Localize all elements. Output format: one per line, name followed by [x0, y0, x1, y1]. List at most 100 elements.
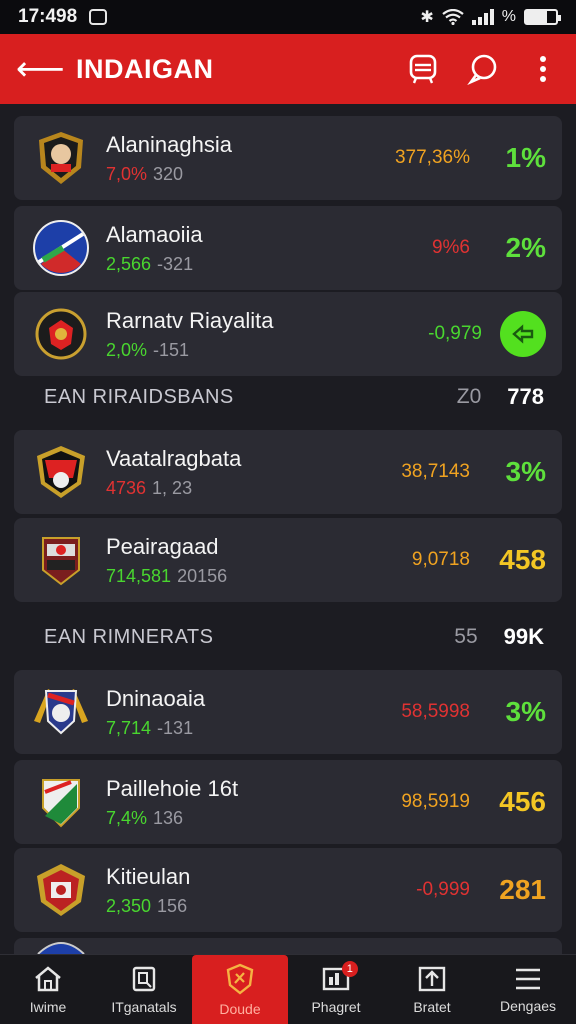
nav-label: Doude	[219, 1000, 261, 1017]
team-change: 7,4%	[106, 807, 148, 828]
nav-home[interactable]: Iwime	[0, 955, 96, 1024]
ticket-icon[interactable]	[406, 52, 440, 86]
team-card[interactable]: Kitieulan 2,350 156 -0,999 281	[14, 848, 562, 932]
team-card[interactable]: Alamaoiia 2,566 -321 9%6 2%	[14, 206, 562, 290]
team-card[interactable]: Paillehoie 16t 7,4% 136 98,5919 456	[14, 760, 562, 844]
team-change: 2,0%	[106, 339, 148, 360]
bottom-navigation: Iwime ITganatals Doude 1 Phagret Bratet …	[0, 954, 576, 1024]
team-stat: 9,0718	[411, 549, 470, 570]
status-bar: 17:498 ✱ %	[0, 0, 576, 34]
section-title: EAN RIRAIDSBANS	[44, 385, 234, 408]
upload-icon	[418, 966, 446, 991]
section-header: EAN RIMNERATS 55 99K	[44, 622, 544, 652]
team-points: 1, 23	[152, 477, 193, 498]
team-stat: 38,7143	[401, 461, 470, 482]
nav-label: Dengaes	[499, 997, 557, 1014]
team-name: Kitieulan	[106, 863, 191, 889]
section-total: 778	[507, 384, 544, 409]
team-name: Alaninaghsia	[106, 131, 232, 157]
team-name: Rarnatv Riayalita	[106, 307, 274, 333]
nav-stats[interactable]: 1 Phagret	[288, 955, 384, 1024]
team-name: Peairagaad	[106, 533, 219, 559]
team-crest-icon	[30, 127, 92, 189]
team-percent: 456	[499, 786, 546, 817]
team-crest-icon	[30, 681, 92, 743]
section-count: Z0	[456, 385, 482, 408]
battery-icon	[524, 9, 561, 25]
status-time: 17:498	[18, 6, 78, 27]
section-total: 99K	[503, 624, 544, 649]
team-percent: 281	[499, 874, 546, 905]
team-crest-icon	[30, 217, 92, 279]
team-name: Paillehoie 16t	[106, 775, 239, 801]
team-crest-icon	[30, 771, 92, 833]
team-stat: 9%6	[431, 237, 470, 258]
team-stat: 98,5919	[401, 791, 470, 812]
team-list: Alaninaghsia 7,0% 320 377,36% 1% Alamaoiia…	[0, 104, 576, 954]
team-name: Alamaoiia	[106, 221, 203, 247]
team-change: 2,566	[106, 253, 152, 274]
team-stat: -0,979	[428, 323, 482, 344]
team-card[interactable]: Peairagaad 714,581 20156 9,0718 458	[14, 518, 562, 602]
team-crest-icon	[30, 441, 92, 503]
team-change: 2,350	[106, 895, 152, 916]
menu-icon	[516, 968, 540, 989]
nav-club[interactable]: Doude	[192, 955, 288, 1024]
team-crest-icon	[30, 938, 92, 954]
team-crest-icon	[30, 859, 92, 921]
team-percent: 458	[499, 544, 546, 575]
team-points: -151	[153, 339, 190, 360]
more-options-icon[interactable]	[526, 52, 560, 86]
section-header: EAN RIRAIDSBANS Z0 778	[44, 382, 544, 412]
team-card-partial[interactable]	[14, 938, 562, 954]
status-indicators: ✱ %	[420, 7, 561, 27]
team-name: Dninaoaia	[106, 685, 206, 711]
nav-menu[interactable]: Dengaes	[480, 955, 576, 1024]
app-bar: ⟵ INDAIGAN	[0, 34, 576, 104]
team-change: 4736	[106, 477, 147, 498]
team-percent: 1%	[505, 142, 546, 173]
team-card[interactable]: Rarnatv Riayalita 2,0% -151 -0,979	[14, 292, 562, 376]
team-points: 20156	[177, 565, 228, 586]
team-crest-icon	[30, 303, 92, 365]
team-points: 156	[157, 895, 188, 916]
home-icon	[35, 965, 61, 991]
nav-label: Bratet	[413, 998, 451, 1015]
team-percent: 2%	[505, 232, 546, 263]
section-title: EAN RIMNERATS	[44, 625, 214, 648]
team-points: 320	[153, 163, 184, 184]
percent-icon: %	[501, 8, 516, 25]
notification-app-icon	[89, 9, 108, 25]
chat-icon[interactable]	[466, 52, 500, 86]
team-stat: 58,5998	[401, 701, 470, 722]
team-card[interactable]: Vaatalragbata 4736 1, 23 38,7143 3%	[14, 430, 562, 514]
nav-label: Iwime	[29, 998, 67, 1015]
nav-upload[interactable]: Bratet	[384, 955, 480, 1024]
bluetooth-icon: ✱	[420, 9, 434, 26]
team-change: 714,581	[106, 565, 172, 586]
page-title: INDAIGAN	[76, 53, 214, 84]
nav-label: Phagret	[311, 998, 361, 1015]
ticket-icon	[132, 966, 156, 991]
team-change: 7,714	[106, 717, 152, 738]
team-crest-icon	[30, 529, 92, 591]
shield-icon	[226, 963, 254, 995]
team-points: 136	[153, 807, 184, 828]
team-card[interactable]: Alaninaghsia 7,0% 320 377,36% 1%	[14, 116, 562, 200]
team-points: -131	[157, 717, 194, 738]
nav-label: ITganatals	[111, 998, 177, 1015]
nav-ticket[interactable]: ITganatals	[96, 955, 192, 1024]
section-count: 55	[454, 625, 478, 648]
team-percent: 3%	[505, 456, 546, 487]
notification-badge: 1	[341, 961, 358, 977]
signal-icon	[471, 9, 494, 25]
team-points: -321	[157, 253, 194, 274]
team-percent: 3%	[505, 696, 546, 727]
back-arrow-icon[interactable]: ⟵	[16, 52, 66, 86]
team-stat: 377,36%	[394, 147, 470, 168]
team-stat: -0,999	[416, 879, 470, 900]
team-change: 7,0%	[106, 163, 148, 184]
action-badge-icon[interactable]	[500, 311, 546, 357]
team-card[interactable]: Dninaoaia 7,714 -131 58,5998 3%	[14, 670, 562, 754]
wifi-icon	[442, 9, 464, 25]
